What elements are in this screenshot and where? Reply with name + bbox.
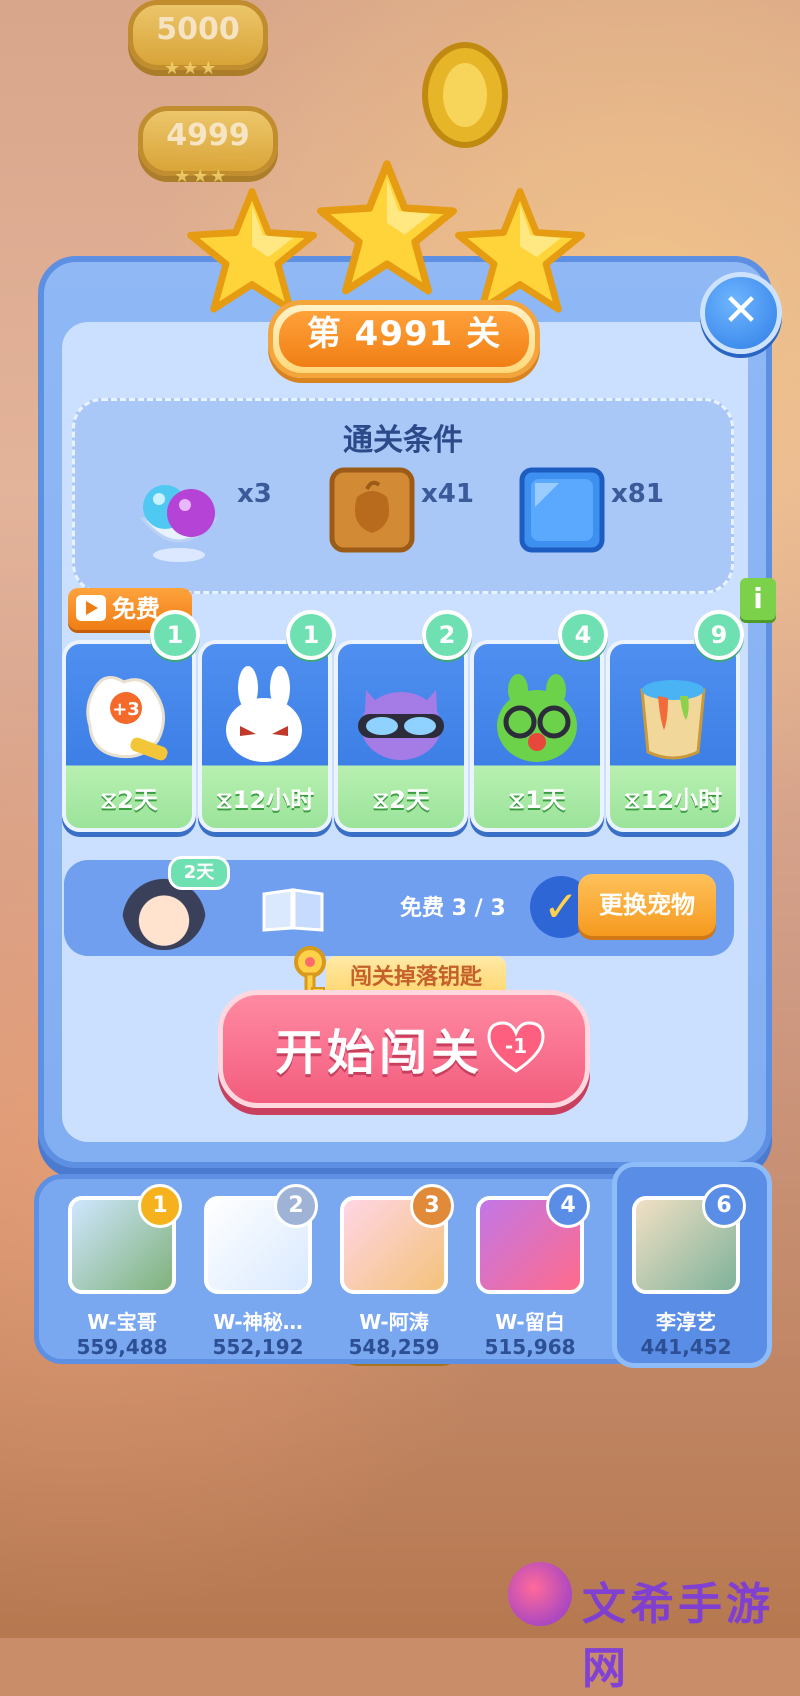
booster-time: ⧖12小时	[623, 786, 723, 814]
green-frog-icon	[497, 674, 577, 762]
purple-cat-goggles-icon	[358, 690, 444, 760]
wooden-crate-icon	[329, 467, 415, 553]
level-title: 第 4991 关	[279, 311, 529, 367]
rank-entry-self[interactable]: 6 李淳艺 441,452	[626, 1184, 746, 1359]
level-title-badge: 第 4991 关	[268, 300, 540, 378]
rank-entry[interactable]: 3 W-阿涛 548,259	[334, 1184, 454, 1359]
conditions-title: 通关条件	[343, 423, 463, 458]
rank-avatar: 1	[68, 1184, 182, 1294]
start-level-button[interactable]: 开始闯关 -1	[218, 990, 590, 1108]
paint-bucket-icon	[640, 680, 706, 760]
booster-time: ⧖2天	[100, 786, 158, 814]
condition-count: x3	[237, 479, 272, 509]
clear-conditions-panel: 通关条件 x3 x41 x81	[72, 398, 734, 594]
rank-score: 559,488	[76, 1335, 168, 1359]
booster-card[interactable]: ⧖2天	[334, 640, 468, 832]
rank-score: 441,452	[640, 1335, 732, 1359]
condition-count: x81	[611, 479, 664, 509]
map-node-stars: ★★★	[174, 166, 229, 187]
booster-count-badge: 4	[558, 610, 608, 660]
pet-row: 免费 3 / 3 ✓ 更换宠物	[64, 860, 734, 956]
booster-count-badge: 9	[694, 610, 744, 660]
video-icon	[76, 595, 106, 621]
rank-name: W-留白	[495, 1310, 565, 1334]
star-icon	[186, 188, 317, 313]
rank-entry[interactable]: 2 W-神秘… 552,192	[198, 1184, 318, 1359]
map-node-stars: ★★★	[164, 58, 219, 79]
close-button[interactable]: ✕	[700, 272, 782, 354]
rank-number: 4	[546, 1184, 590, 1228]
pet-free-count: 免费 3 / 3	[400, 896, 506, 921]
rank-avatar: 2	[204, 1184, 318, 1294]
rank-avatar: 4	[476, 1184, 590, 1294]
star-icon	[455, 188, 585, 313]
watermark-text: 文希手游网	[582, 1579, 774, 1694]
rank-avatar: 6	[632, 1184, 746, 1294]
booster-count-badge: 1	[150, 610, 200, 660]
rank-name: W-神秘…	[213, 1310, 303, 1334]
site-watermark: 文希手游网	[508, 1560, 788, 1694]
heart-icon: -1	[487, 1021, 545, 1073]
star-icon	[317, 160, 457, 295]
rank-number: 6	[702, 1184, 746, 1228]
gold-coin-icon	[422, 42, 508, 148]
rank-name: W-阿涛	[359, 1310, 429, 1334]
booster-time: ⧖1天	[508, 786, 566, 814]
svg-text:+3: +3	[112, 699, 140, 720]
info-button[interactable]: i	[740, 578, 776, 620]
glove-plus3-icon: +3	[86, 676, 168, 761]
white-rabbit-icon	[226, 666, 302, 762]
pet-days-badge: 2天	[168, 856, 230, 890]
ice-block-icon	[519, 467, 605, 553]
booster-card[interactable]: ⧖12小时	[606, 640, 740, 832]
rank-score: 552,192	[212, 1335, 304, 1359]
free-tag-label: 免费	[112, 595, 160, 623]
rank-score: 515,968	[484, 1335, 576, 1359]
booster-count-badge: 2	[422, 610, 472, 660]
condition-count: x41	[421, 479, 474, 509]
booster-time: ⧖2天	[372, 786, 430, 814]
close-icon[interactable]: ✕	[723, 285, 760, 336]
booster-card[interactable]: +3 ⧖2天	[62, 640, 196, 832]
rank-entry[interactable]: 4 W-留白 515,968	[470, 1184, 590, 1359]
condition-item	[329, 467, 415, 567]
rank-name: 李淳艺	[656, 1310, 716, 1334]
condition-item	[519, 467, 605, 567]
rank-number: 1	[138, 1184, 182, 1228]
rank-number: 3	[410, 1184, 454, 1228]
rank-name: W-宝哥	[87, 1310, 157, 1334]
rank-score: 548,259	[348, 1335, 440, 1359]
booster-time: ⧖12小时	[215, 786, 315, 814]
book-icon	[262, 888, 324, 932]
booster-card[interactable]: ⧖12小时	[198, 640, 332, 832]
rank-entry[interactable]: 1 W-宝哥 559,488	[62, 1184, 182, 1359]
booster-card[interactable]: ⧖1天	[470, 640, 604, 832]
condition-item	[131, 467, 227, 567]
heart-cost: -1	[505, 1034, 527, 1058]
watermark-logo-icon	[508, 1562, 572, 1626]
rank-number: 2	[274, 1184, 318, 1228]
rank-avatar: 3	[340, 1184, 454, 1294]
swap-pet-button[interactable]: 更换宠物	[578, 874, 716, 936]
start-label: 开始闯关	[275, 1025, 484, 1081]
booster-count-badge: 1	[286, 610, 336, 660]
gumball-bowl-icon	[139, 485, 219, 562]
